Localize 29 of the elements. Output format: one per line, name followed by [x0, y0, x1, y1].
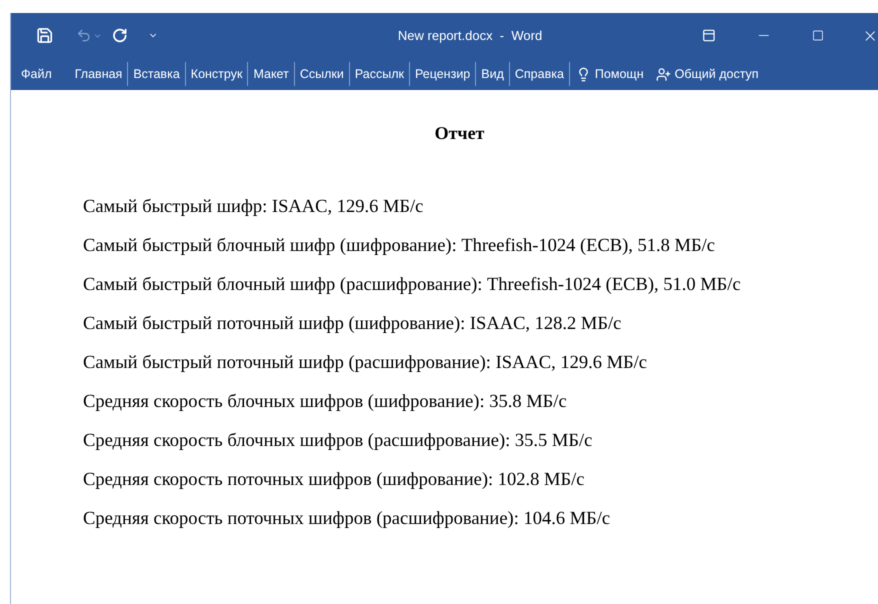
- undo-icon[interactable]: [76, 27, 92, 44]
- tell-me-button[interactable]: Помощн: [570, 64, 650, 84]
- ribbon-tab[interactable]: Главная: [70, 64, 128, 84]
- ribbon-tab[interactable]: Вставка: [128, 64, 185, 84]
- report-paragraph: Средняя скорость поточных шифров (расшифрование): 104.6 МБ/с: [83, 508, 612, 531]
- ribbon-tab[interactable]: Конструк: [186, 64, 248, 84]
- ribbon-display-icon[interactable]: [702, 28, 716, 43]
- document-heading: Отчет: [434, 122, 486, 145]
- report-paragraph: Средняя скорость блочных шифров (расшифрование): 35.5 МБ/с: [83, 430, 594, 453]
- report-paragraph: Самый быстрый блочный шифр (шифрование): Threefish-1024 (ECB), 51.8 МБ/с: [83, 235, 716, 258]
- report-paragraph: Средняя скорость поточных шифров (шифрование): 102.8 МБ/с: [83, 469, 586, 492]
- report-paragraph: Самый быстрый шифр: ISAAC, 129.6 МБ/с: [83, 196, 424, 219]
- ribbon-tab[interactable]: Вид: [476, 64, 509, 84]
- report-paragraph: Самый быстрый блочный шифр (расшифрование): Threefish-1024 (ECB), 51.0 МБ/с: [83, 274, 742, 297]
- redo-icon[interactable]: [112, 27, 128, 44]
- report-paragraph: Самый быстрый поточный шифр (шифрование): ISAAC, 128.2 МБ/с: [83, 313, 622, 336]
- save-icon[interactable]: [36, 26, 54, 45]
- share-button[interactable]: Общий доступ: [650, 64, 765, 84]
- report-paragraph: Средняя скорость блочных шифров (шифрование): 35.8 МБ/с: [83, 391, 568, 414]
- ribbon-tab[interactable]: Макет: [248, 64, 294, 84]
- maximize-icon[interactable]: [812, 29, 824, 42]
- ribbon-tab[interactable]: Ссылки: [294, 64, 349, 84]
- ribbon-tab[interactable]: Рецензир: [410, 64, 476, 84]
- person-icon: [656, 66, 671, 82]
- window-title: New report.docx - Word: [398, 26, 542, 45]
- ribbon-tab[interactable]: Рассылк: [350, 64, 409, 84]
- report-paragraph: Самый быстрый поточный шифр (расшифрование): ISAAC, 129.6 МБ/с: [83, 352, 648, 375]
- file-tab[interactable]: Файл: [11, 64, 62, 84]
- ribbon-tab[interactable]: Справка: [510, 64, 569, 84]
